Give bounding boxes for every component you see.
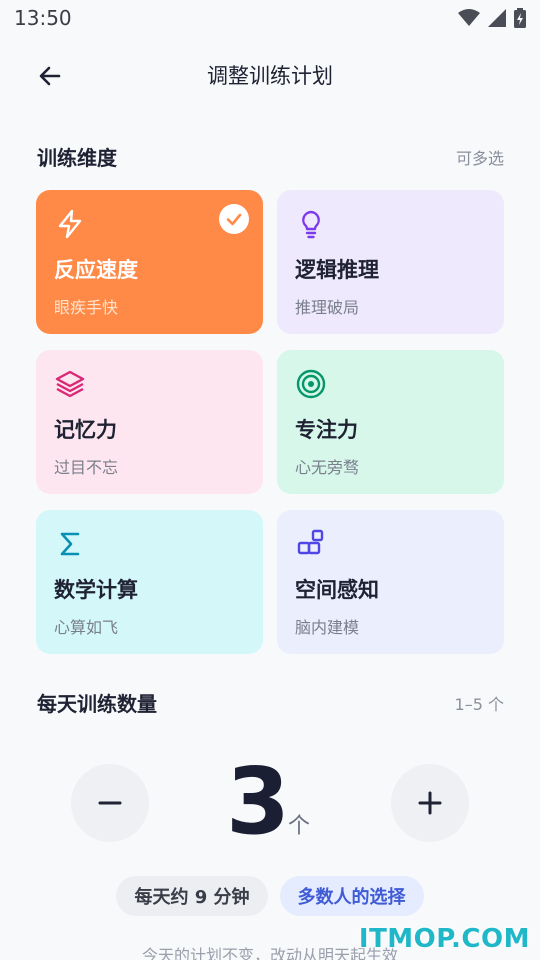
daily-count-hint: 1–5 个 bbox=[454, 694, 504, 714]
minus-icon bbox=[98, 801, 122, 805]
dimension-card-subtitle: 眼疾手快 bbox=[54, 298, 119, 317]
watermark-logo: ITMOP.COM bbox=[358, 924, 530, 954]
blocks-icon bbox=[297, 529, 324, 555]
app-bar: 调整训练计划 bbox=[0, 48, 540, 102]
popular-choice-pill: 多数人的选择 bbox=[279, 876, 424, 916]
daily-count-unit: 个 bbox=[288, 814, 311, 839]
dimension-card-subtitle: 心算如飞 bbox=[54, 618, 119, 637]
dimension-card-subtitle: 推理破局 bbox=[295, 298, 360, 317]
back-button[interactable] bbox=[30, 56, 70, 96]
dimension-card-reaction-speed[interactable]: 反应速度 眼疾手快 bbox=[36, 190, 263, 334]
layers-icon bbox=[55, 370, 85, 398]
dimensions-hint: 可多选 bbox=[455, 148, 504, 168]
dimension-card-subtitle: 心无旁骛 bbox=[295, 458, 360, 477]
daily-count-header: 每天训练数量 1–5 个 bbox=[37, 688, 504, 717]
dimension-card-title: 专注力 bbox=[295, 418, 358, 442]
daily-count-pills: 每天约 9 分钟 多数人的选择 bbox=[0, 876, 540, 916]
dimensions-header: 训练维度 可多选 bbox=[37, 142, 504, 171]
dimension-card-math[interactable]: 数学计算 心算如飞 bbox=[36, 510, 263, 654]
dimensions-title: 训练维度 bbox=[37, 146, 117, 170]
decrease-button[interactable] bbox=[71, 764, 149, 842]
dimension-card-subtitle: 过目不忘 bbox=[54, 458, 119, 477]
lightbulb-icon bbox=[302, 210, 320, 239]
dimension-card-logical-reasoning[interactable]: 逻辑推理 推理破局 bbox=[277, 190, 504, 334]
arrow-left-icon bbox=[39, 66, 61, 86]
lightning-icon bbox=[58, 209, 82, 239]
dimension-card-title: 逻辑推理 bbox=[295, 258, 379, 282]
target-icon bbox=[296, 369, 326, 399]
battery-icon bbox=[514, 8, 526, 28]
plus-icon bbox=[418, 791, 442, 815]
page-title: 调整训练计划 bbox=[207, 64, 333, 88]
dimension-card-title: 空间感知 bbox=[295, 578, 379, 602]
status-icons bbox=[458, 8, 526, 28]
dimension-card-spatial[interactable]: 空间感知 脑内建模 bbox=[277, 510, 504, 654]
daily-count-title: 每天训练数量 bbox=[37, 692, 157, 716]
increase-button[interactable] bbox=[391, 764, 469, 842]
wifi-icon bbox=[458, 9, 480, 26]
status-bar: 13:50 bbox=[0, 0, 540, 36]
check-icon bbox=[226, 213, 242, 226]
dimension-card-title: 记忆力 bbox=[54, 418, 117, 442]
selected-check-badge bbox=[219, 204, 249, 234]
daily-count-value: 3 bbox=[226, 748, 291, 855]
dimension-card-memory[interactable]: 记忆力 过目不忘 bbox=[36, 350, 263, 494]
sigma-icon bbox=[60, 532, 80, 556]
dimension-card-title: 反应速度 bbox=[54, 258, 138, 282]
daily-count-stepper: 3 个 bbox=[0, 750, 540, 860]
signal-icon bbox=[488, 9, 506, 27]
duration-pill: 每天约 9 分钟 bbox=[116, 876, 268, 916]
dimension-card-subtitle: 脑内建模 bbox=[295, 618, 360, 637]
status-time: 13:50 bbox=[14, 6, 72, 30]
dimension-grid: 反应速度 眼疾手快 逻辑推理 推理破局 记忆力 过目不忘 专注力 心无旁骛 数学… bbox=[36, 190, 504, 654]
dimension-card-title: 数学计算 bbox=[54, 578, 138, 602]
dimension-card-focus[interactable]: 专注力 心无旁骛 bbox=[277, 350, 504, 494]
